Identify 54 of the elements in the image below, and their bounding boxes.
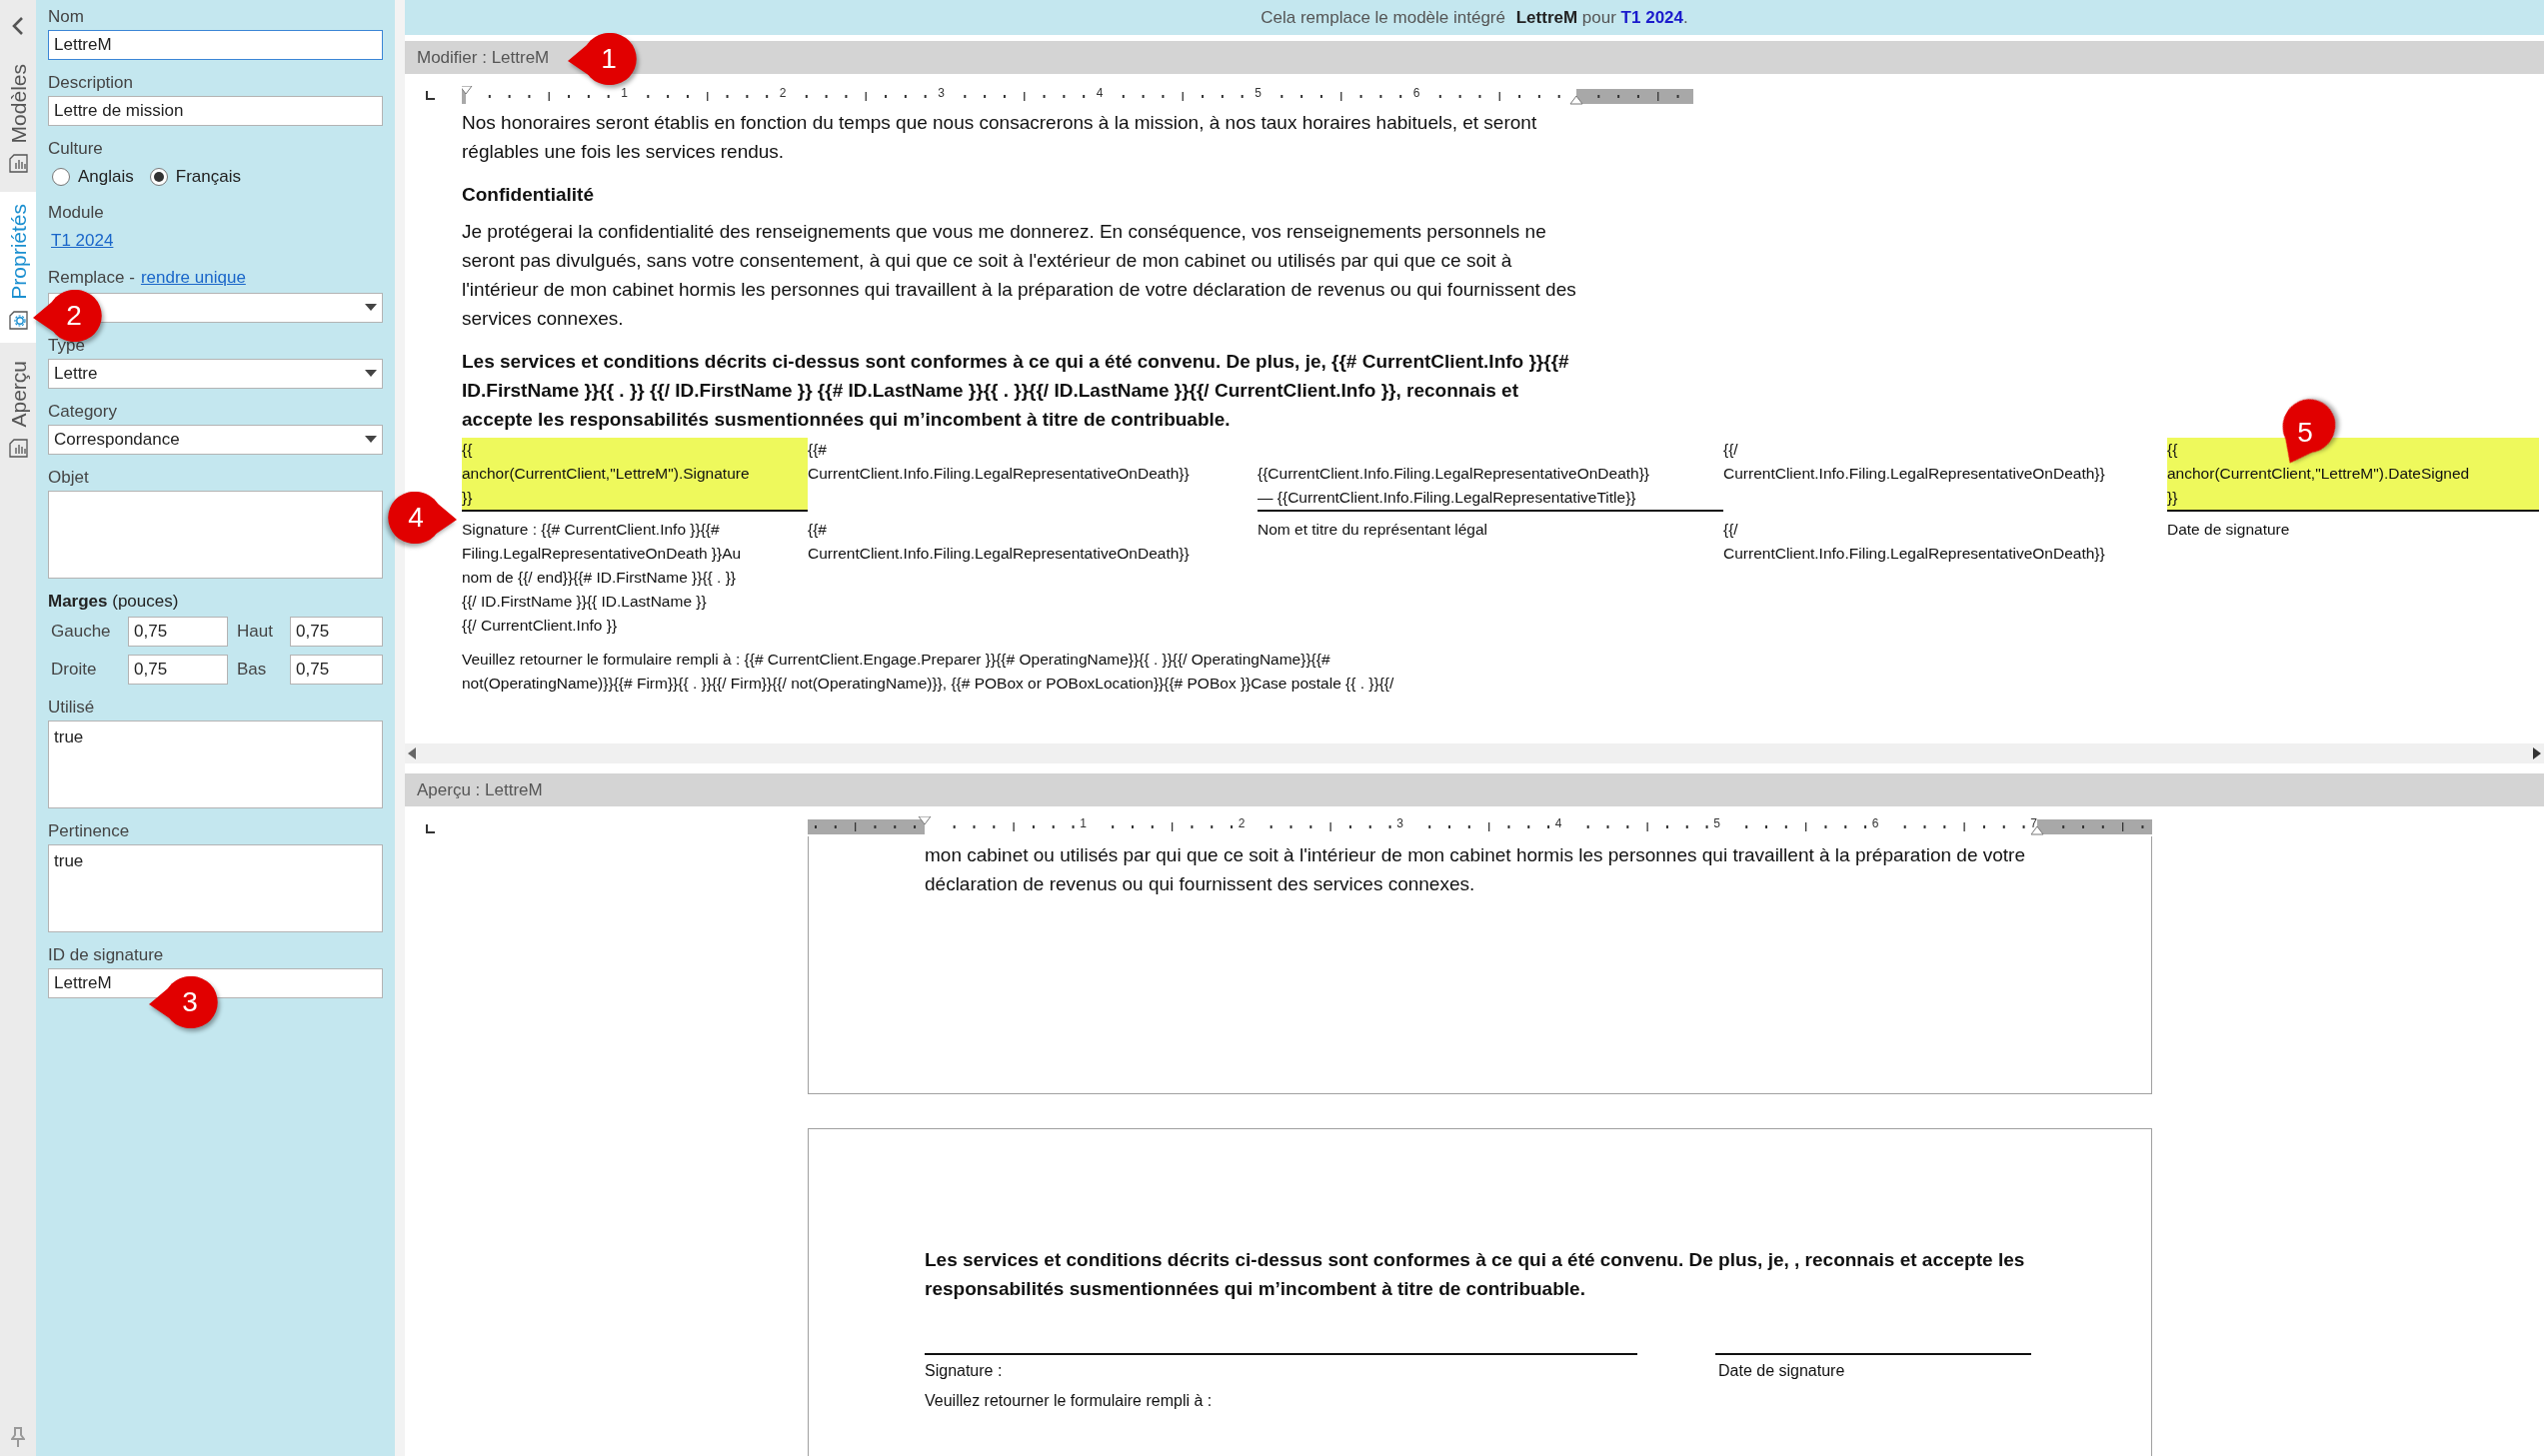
ruler-number: 7: [2030, 817, 2037, 829]
radio-label: Anglais: [78, 166, 134, 188]
field-label: ID de signature: [48, 943, 165, 966]
table-cell-text: {{# CurrentClient.Info.Filing.LegalRepresentativeOnDeath}}: [808, 440, 1191, 484]
banner-text: Cela remplace le modèle intégré LettreM pour T1 2024.: [1261, 6, 1688, 29]
ruler-number: 2: [779, 87, 787, 99]
field-label: Pertinence: [48, 819, 131, 842]
section-heading: Marges (pouces): [48, 590, 180, 613]
section-header: Aperçu : LettreM: [405, 773, 2544, 806]
callout-tooltip: 1: [567, 31, 637, 87]
section-heading: Confidentialité: [462, 183, 595, 207]
paragraph: Nos honoraires seront établis en fonction du temps que nous consacrerons à la mission, à nos taux horaires habituels, et seront réglables une fois les services rendus.: [462, 111, 1538, 164]
ruler-number: 1: [1080, 817, 1087, 829]
ruler-number: 3: [938, 87, 945, 99]
field-label: Haut: [236, 620, 274, 643]
table-cell-text: {{/ CurrentClient.Info.Filing.LegalRepresentativeOnDeath}}: [1723, 440, 2106, 484]
field-label: Nom: [48, 6, 85, 28]
callout-tooltip: 3: [148, 974, 218, 1030]
ruler-number: 3: [1396, 817, 1403, 829]
table-cell-text: Nom et titre du représentant légal: [1258, 520, 1489, 540]
paragraph: Les services et conditions décrits ci-dessus sont conformes à ce qui a été convenu. De plus, je, {{# CurrentClient.Info }}{{# ID.FirstName }}{{ . }} {{/ ID.FirstName }} {{# ID.LastName }}{{ . }}{{/ ID.LastName }}{{/ CurrentClient.Info }}, reconnais et accepte les responsabilités susmentionnées qui m’incombent à titre de contribuable.: [462, 350, 1570, 432]
field-label: Description: [48, 72, 135, 94]
field-label: Culture: [48, 138, 104, 160]
ruler-number: 6: [1871, 817, 1879, 829]
radio-label: Français: [175, 166, 241, 188]
field-label: Module: [48, 201, 105, 224]
paragraph: Veuillez retourner le formulaire rempli à : {{# CurrentClient.Engage.Preparer }}{{# OperatingName}}{{ . }}{{/ OperatingName}}{{# not(OperatingName)}}{{# Firm}}{{ . }}{{/ Firm}}{{/ not(OperatingName)}}, {{# POBox or POBoxLocation}}{{# POBox }}Case postale {{ . }}{{/: [462, 650, 1395, 694]
ruler-number: 1: [621, 87, 628, 99]
table-cell-text: {{# CurrentClient.Info.Filing.LegalRepresentativeOnDeath}}: [808, 520, 1191, 564]
ruler-number: 2: [1238, 817, 1246, 829]
field-label: Gauche: [50, 620, 112, 643]
paragraph: Je protégerai la confidentialité des renseignements que vous me donnerez. En conséquence, vos renseignements personnels ne seront pas divulgués, sans votre consentement, à qui que ce soit à l'extérieur de mon cabinet ou utilisés par qui que ce soit à l'intérieur de mon cabinet hormis les personnes qui travaillent à la préparation de votre déclaration de revenus ou qui fournissent des services connexes.: [462, 220, 1577, 331]
paragraph: Les services et conditions décrits ci-dessus sont conformes à ce qui a été convenu. De plus, je, , reconnais et accepte les responsabilités susmentionnées qui m’incombent à titre de contribuable.: [925, 1248, 2026, 1301]
table-cell-text: Date de signature: [2167, 520, 2291, 540]
table-cell: {{CurrentClient.Info.Filing.LegalRepresentativeOnDeath}} — {{CurrentClient.Info.Filing.LegalRepresentativeTitle}}: [1258, 462, 1723, 512]
table-cell: {{ anchor(CurrentClient,"LettreM").Signature }}: [462, 438, 808, 512]
callout-tooltip: 4: [388, 490, 458, 546]
table-cell-text: {{/ CurrentClient.Info.Filing.LegalRepresentativeOnDeath}}: [1723, 520, 2106, 564]
ruler-number: 6: [1412, 87, 1420, 99]
field-label: Remplace -: [48, 266, 135, 289]
paragraph: mon cabinet ou utilisés par qui que ce soit à l'intérieur de mon cabinet hormis les personnes qui travaillent à la préparation de votre déclaration de revenus ou qui fournissent des services connexes.: [925, 843, 2026, 896]
ruler-number: 5: [1255, 87, 1262, 99]
paragraph: Veuillez retourner le formulaire rempli à :: [925, 1391, 1214, 1411]
table-cell-text: Signature : {{# CurrentClient.Info }}{{# Filing.LegalRepresentativeOnDeath }}Au nom de {{/ end}}{{# ID.FirstName }}{{ . }} {{/ ID.FirstName }}{{ ID.LastName }} {{/ CurrentClient.Info }}: [462, 520, 743, 636]
ruler-number: 5: [1713, 817, 1720, 829]
signature-label: Signature :: [925, 1362, 1003, 1379]
field-label: Droite: [50, 658, 98, 681]
ruler-number: 4: [1096, 87, 1104, 99]
date-label: Date de signature: [1717, 1362, 1845, 1379]
field-label: Utilisé: [48, 696, 96, 719]
field-label: Bas: [236, 658, 268, 681]
field-label: Objet: [48, 466, 90, 489]
field-label: Category: [48, 400, 117, 423]
ruler-number: 4: [1554, 817, 1562, 829]
